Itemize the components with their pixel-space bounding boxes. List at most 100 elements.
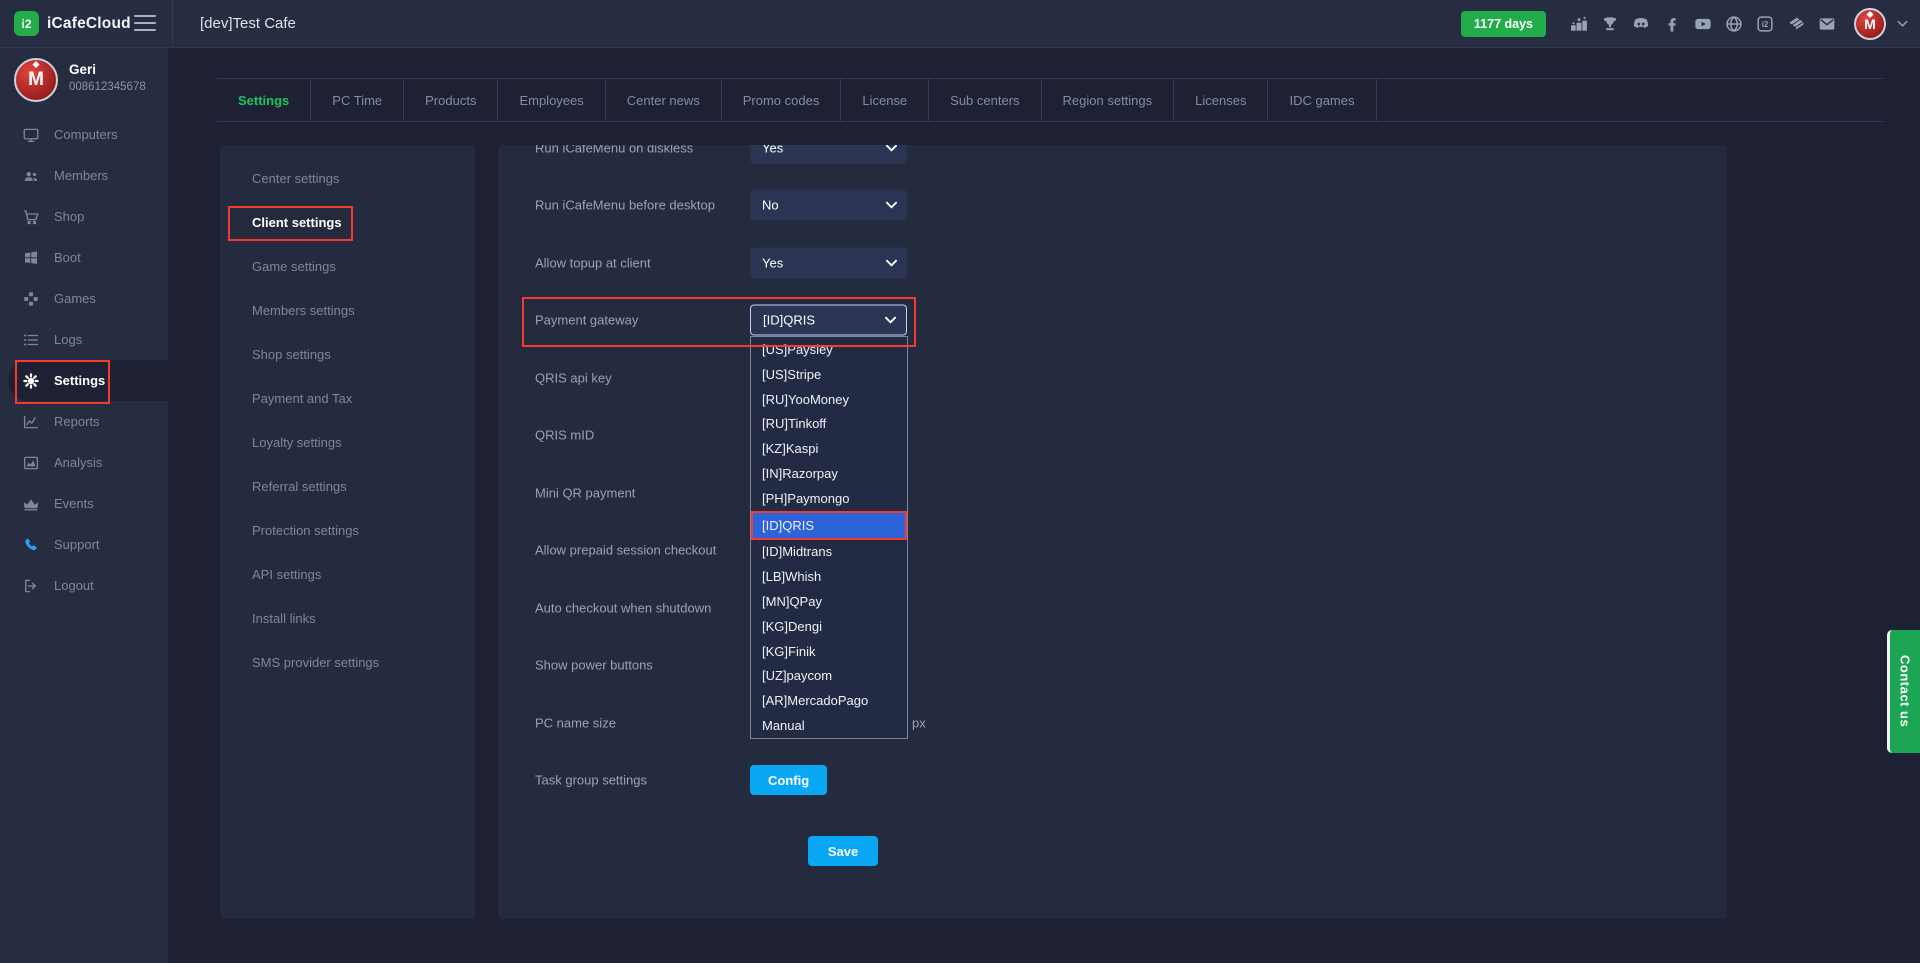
- user-avatar[interactable]: M: [1854, 8, 1886, 40]
- discord-icon[interactable]: [1631, 14, 1651, 34]
- sidebar-item-reports[interactable]: Reports: [0, 401, 168, 442]
- dropdown-option-kg-finik[interactable]: [KG]Finik: [751, 639, 907, 664]
- settings-menu-item-sms-provider-settings[interactable]: SMS provider settings: [220, 640, 475, 684]
- dropdown-option-us-stripe[interactable]: [US]Stripe: [751, 362, 907, 387]
- sidebar-nav: Computers Members Shop Boot Games Logs: [0, 114, 168, 606]
- dropdown-option-mn-qpay[interactable]: [MN]QPay: [751, 589, 907, 614]
- contact-us-tab[interactable]: Contact us: [1887, 630, 1920, 753]
- dropdown-option-ru-yoomoney[interactable]: [RU]YooMoney: [751, 387, 907, 412]
- icafecloud-icon[interactable]: i2: [1755, 14, 1775, 34]
- payment-gateway-select[interactable]: [ID]QRIS: [750, 305, 907, 336]
- days-remaining-badge[interactable]: 1177 days: [1461, 11, 1546, 37]
- dropdown-option-lb-whish[interactable]: [LB]Whish: [751, 564, 907, 589]
- dropdown-option-ru-tinkoff[interactable]: [RU]Tinkoff: [751, 411, 907, 436]
- settings-menu-item-protection-settings[interactable]: Protection settings: [220, 508, 475, 552]
- trophy-icon[interactable]: [1600, 14, 1620, 34]
- tab-sub-centers[interactable]: Sub centers: [929, 79, 1041, 121]
- tab-products[interactable]: Products: [404, 79, 498, 121]
- facebook-icon[interactable]: [1662, 14, 1682, 34]
- chevron-down-icon: [886, 145, 897, 151]
- crown-icon: [22, 495, 40, 513]
- config-button[interactable]: Config: [750, 765, 827, 795]
- settings-menu-item-api-settings[interactable]: API settings: [220, 552, 475, 596]
- sidebar-item-logs[interactable]: Logs: [0, 319, 168, 360]
- tab-settings[interactable]: Settings: [217, 79, 311, 121]
- sidebar-item-analysis[interactable]: Analysis: [0, 442, 168, 483]
- sidebar-item-logout[interactable]: Logout: [0, 565, 168, 606]
- sidebar-item-settings[interactable]: Settings: [0, 360, 168, 401]
- dropdown-option-id-qris[interactable]: [ID]QRIS: [751, 511, 907, 540]
- sidebar-item-computers[interactable]: Computers: [0, 114, 168, 155]
- windows-icon: [22, 249, 40, 267]
- user-menu-chevron-icon[interactable]: [1897, 20, 1908, 27]
- settings-menu-item-members-settings[interactable]: Members settings: [220, 288, 475, 332]
- sidebar-item-games[interactable]: Games: [0, 278, 168, 319]
- tab-license[interactable]: License: [841, 79, 929, 121]
- chart-line-icon: [22, 413, 40, 431]
- settings-menu-item-center-settings[interactable]: Center settings: [220, 156, 475, 200]
- dropdown-option-in-razorpay[interactable]: [IN]Razorpay: [751, 461, 907, 486]
- sidebar-avatar[interactable]: M: [14, 58, 58, 102]
- sidebar-item-members[interactable]: Members: [0, 155, 168, 196]
- form-row-pc-name-size: PC name size px: [498, 694, 1727, 752]
- unit-suffix: px: [912, 715, 926, 730]
- tab-center-news[interactable]: Center news: [606, 79, 722, 121]
- dropdown-option-id-midtrans[interactable]: [ID]Midtrans: [751, 540, 907, 565]
- sidebar-item-boot[interactable]: Boot: [0, 237, 168, 278]
- user-name: Geri: [69, 62, 146, 77]
- tabs-bar: SettingsPC TimeProductsEmployeesCenter n…: [217, 78, 1884, 122]
- tab-employees[interactable]: Employees: [498, 79, 605, 121]
- settings-submenu-panel: Center settings Client settings Game set…: [220, 145, 475, 919]
- dropdown-option-ph-paymongo[interactable]: [PH]Paymongo: [751, 486, 907, 511]
- select-value: [ID]QRIS: [763, 313, 815, 328]
- form-row-mini-qr-payment: Mini QR payment: [498, 464, 1727, 522]
- mail-icon[interactable]: [1817, 14, 1837, 34]
- form-row-run-icafemenu-before-desktop: Run iCafeMenu before desktop No: [498, 177, 1727, 235]
- tab-licenses[interactable]: Licenses: [1174, 79, 1268, 121]
- icafecloud-logo-icon: i2: [14, 11, 39, 36]
- globe-icon[interactable]: [1724, 14, 1744, 34]
- dropdown-option-kz-kaspi[interactable]: [KZ]Kaspi: [751, 436, 907, 461]
- chevron-down-icon: [886, 259, 897, 266]
- settings-menu-item-game-settings[interactable]: Game settings: [220, 244, 475, 288]
- app-root: i2 iCafeCloud [dev]Test Cafe 1177 days i…: [0, 0, 1920, 963]
- user-id: 008612345678: [69, 81, 146, 93]
- members-icon: [22, 167, 40, 185]
- dropdown-option-ar-mercadopago[interactable]: [AR]MercadoPago: [751, 688, 907, 713]
- gamepad-icon: [22, 290, 40, 308]
- dropdown-option-uz-paycom[interactable]: [UZ]paycom: [751, 664, 907, 689]
- allow-topup-at-client-select[interactable]: Yes: [750, 247, 907, 278]
- ranking-icon[interactable]: [1569, 14, 1589, 34]
- payment-gateway-dropdown: [US]Paysley [US]Stripe [RU]YooMoney [RU]…: [750, 336, 908, 739]
- tab-promo-codes[interactable]: Promo codes: [722, 79, 842, 121]
- tab-idc-games[interactable]: IDC games: [1268, 79, 1376, 121]
- monitor-icon: [22, 126, 40, 144]
- select-value: Yes: [762, 145, 783, 155]
- form-row-auto-checkout-when-shutdown: Auto checkout when shutdown: [498, 579, 1727, 637]
- sidebar-item-support[interactable]: Support: [0, 524, 168, 565]
- layers-icon[interactable]: [1786, 14, 1806, 34]
- tab-pc-time[interactable]: PC Time: [311, 79, 404, 121]
- dropdown-option-kg-dengi[interactable]: [KG]Dengi: [751, 614, 907, 639]
- sidebar-item-events[interactable]: Events: [0, 483, 168, 524]
- save-button[interactable]: Save: [808, 836, 878, 866]
- settings-menu-item-loyalty-settings[interactable]: Loyalty settings: [220, 420, 475, 464]
- run-icafemenu-before-desktop-select[interactable]: No: [750, 190, 907, 221]
- settings-menu-item-shop-settings[interactable]: Shop settings: [220, 332, 475, 376]
- settings-menu-item-client-settings[interactable]: Client settings: [220, 200, 475, 244]
- settings-menu-item-payment-and-tax[interactable]: Payment and Tax: [220, 376, 475, 420]
- topbar-actions: 1177 days i2 M: [1461, 0, 1908, 47]
- contact-us-label: Contact us: [1898, 655, 1913, 727]
- client-settings-form-panel: Run iCafeMenu on diskless Yes Run iCafeM…: [498, 145, 1727, 919]
- run-icafemenu-on-diskless-select[interactable]: Yes: [750, 145, 907, 163]
- hamburger-menu-button[interactable]: [134, 15, 156, 31]
- form-row-allow-prepaid-session-checkout: Allow prepaid session checkout: [498, 522, 1727, 580]
- youtube-icon[interactable]: [1693, 14, 1713, 34]
- dropdown-option-manual[interactable]: Manual: [751, 713, 907, 738]
- tab-region-settings[interactable]: Region settings: [1042, 79, 1175, 121]
- sidebar-item-shop[interactable]: Shop: [0, 196, 168, 237]
- settings-menu-item-install-links[interactable]: Install links: [220, 596, 475, 640]
- settings-menu-item-referral-settings[interactable]: Referral settings: [220, 464, 475, 508]
- form-row-allow-topup-at-client: Allow topup at client Yes: [498, 234, 1727, 292]
- dropdown-option-us-paysley[interactable]: [US]Paysley: [751, 337, 907, 362]
